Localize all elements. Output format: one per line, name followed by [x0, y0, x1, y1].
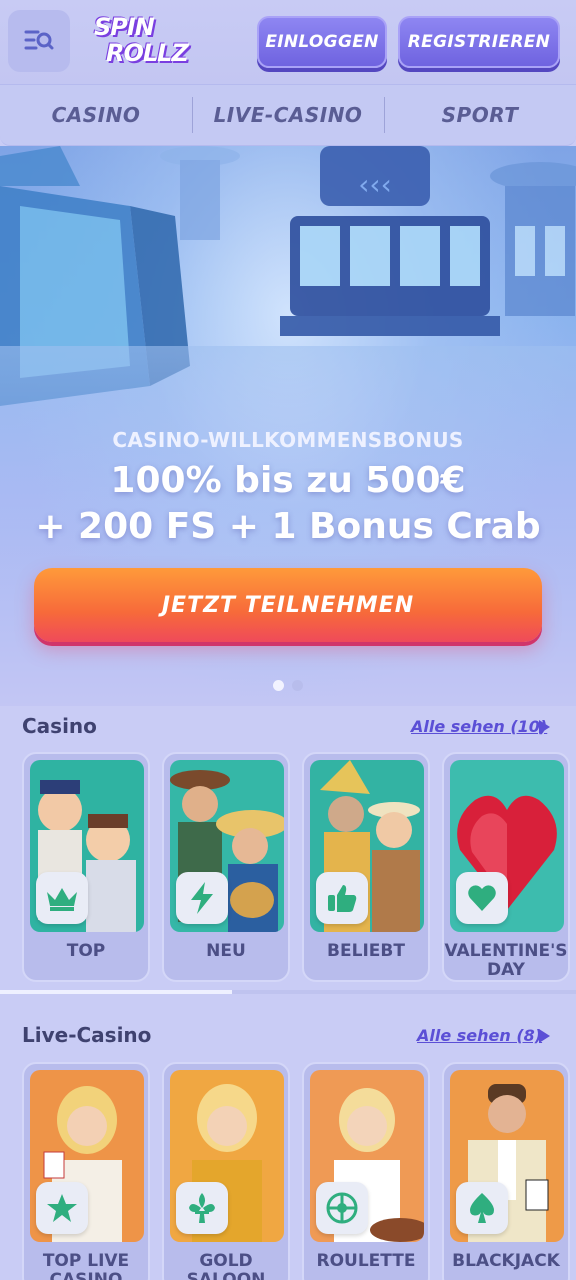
casino-hall-illustration: ‹‹‹: [0, 146, 576, 566]
casino-see-all-link[interactable]: Alle sehen (10): [411, 717, 547, 736]
join-now-button[interactable]: JETZT TEILNEHMEN: [34, 568, 542, 642]
live-casino-card-row: TOP LIVE CASINO GOLD SALOON ROULETTE BLA…: [22, 1062, 570, 1280]
card-badge: [316, 872, 368, 924]
card-label: VALENTINE'S DAY: [444, 941, 568, 980]
card-label: TOP: [66, 941, 106, 961]
tab-sport[interactable]: SPORT: [384, 85, 576, 145]
tab-casino[interactable]: CASINO: [0, 85, 192, 145]
card-label: BELIEBT: [327, 941, 405, 961]
casino-card-beliebt[interactable]: BELIEBT: [302, 752, 430, 982]
card-label: NEU: [206, 941, 246, 961]
star-icon: [47, 1194, 77, 1222]
lightning-icon: [191, 882, 213, 914]
crown-icon: [47, 888, 77, 911]
top-header: SPIN ROLLZ EINLOGGEN REGISTRIEREN: [0, 0, 576, 84]
hero-subtitle: CASINO-WILLKOMMENSBONUS: [112, 428, 464, 452]
card-badge: [176, 872, 228, 924]
live-card-top-live-casino[interactable]: TOP LIVE CASINO: [22, 1062, 150, 1280]
hero-banner[interactable]: ‹‹‹ CASINO-WILLKOMMENSBONUS 100% bis zu …: [0, 146, 576, 706]
card-label: ROULETTE: [316, 1251, 416, 1271]
live-casino-see-all-arrow-icon[interactable]: [539, 1029, 550, 1043]
main-nav-tabs: CASINO LIVE-CASINO SPORT: [0, 84, 576, 146]
card-label: TOP LIVE CASINO: [42, 1251, 130, 1280]
card-badge: [316, 1182, 368, 1234]
card-label: GOLD SALOON: [186, 1251, 266, 1280]
carousel-dots: [0, 680, 576, 691]
card-badge: [36, 1182, 88, 1234]
live-card-blackjack[interactable]: BLACKJACK: [442, 1062, 570, 1280]
menu-search-button[interactable]: [8, 10, 70, 72]
hero-headline-line1: 100% bis zu 500€: [110, 460, 466, 501]
tab-live-casino[interactable]: LIVE-CASINO: [192, 85, 384, 145]
spade-icon: [470, 1193, 494, 1223]
svg-text:‹‹‹: ‹‹‹: [358, 168, 392, 201]
live-card-roulette[interactable]: ROULETTE: [302, 1062, 430, 1280]
logo-line2: ROLLZ: [106, 39, 189, 67]
register-button[interactable]: REGISTRIEREN: [398, 16, 560, 68]
casino-row-scroll-thumb[interactable]: [0, 990, 232, 994]
menu-search-icon: [24, 30, 54, 50]
live-card-gold-saloon[interactable]: GOLD SALOON: [162, 1062, 290, 1280]
live-casino-section-title: Live-Casino: [22, 1023, 152, 1047]
card-badge: [456, 872, 508, 924]
card-label: BLACKJACK: [452, 1251, 560, 1271]
card-badge: [36, 872, 88, 924]
casino-see-all-arrow-icon[interactable]: [539, 720, 550, 734]
card-badge: [456, 1182, 508, 1234]
roulette-icon: [326, 1192, 358, 1224]
casino-card-neu[interactable]: NEU: [162, 752, 290, 982]
thumbs-up-icon: [328, 885, 357, 912]
casino-section-title: Casino: [22, 714, 97, 738]
live-casino-see-all-link[interactable]: Alle sehen (8): [417, 1026, 542, 1045]
login-button[interactable]: EINLOGGEN: [257, 16, 387, 68]
brand-logo[interactable]: SPIN ROLLZ: [94, 14, 190, 70]
carousel-dot-2[interactable]: [292, 680, 303, 691]
heart-icon: [468, 885, 496, 911]
logo-line1: SPIN: [94, 13, 155, 41]
card-badge: [176, 1182, 228, 1234]
casino-card-top[interactable]: TOP: [22, 752, 150, 982]
hero-headline-line2: + 200 FS + 1 Bonus Crab: [35, 506, 541, 547]
carousel-dot-1[interactable]: [273, 680, 284, 691]
casino-card-row: TOP NEU BELIEBT VALENTINE'S DAY: [22, 752, 570, 982]
fleur-de-lis-icon: [189, 1193, 215, 1223]
casino-card-valentines-day[interactable]: VALENTINE'S DAY: [442, 752, 570, 982]
